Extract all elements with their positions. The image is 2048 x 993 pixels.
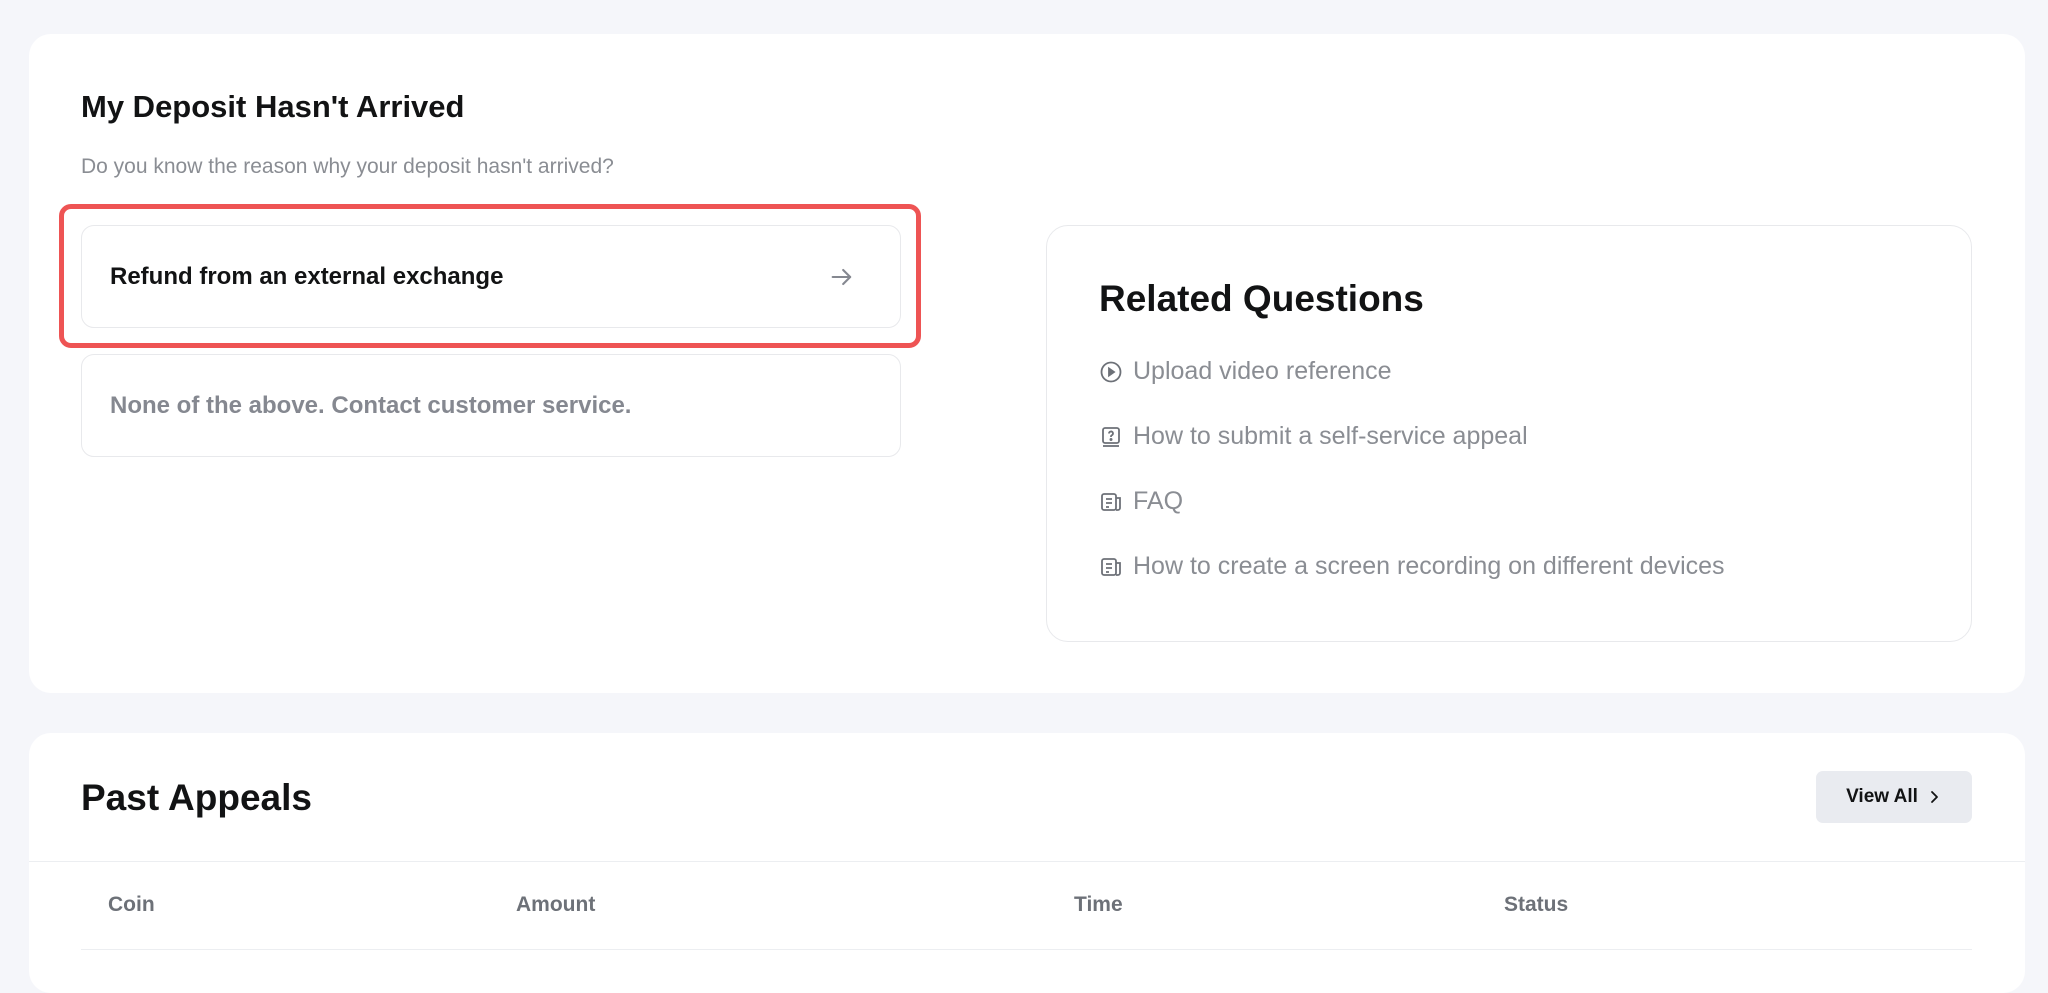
related-question-upload-video[interactable]: Upload video reference — [1099, 357, 1392, 386]
option-label: Refund from an external exchange — [110, 262, 504, 290]
page-subtitle: Do you know the reason why your deposit … — [81, 155, 614, 178]
arrow-right-icon — [831, 268, 852, 285]
related-question-label: How to create a screen recording on diff… — [1133, 552, 1725, 580]
deposit-card: My Deposit Hasn't Arrived Do you know th… — [29, 34, 2025, 693]
header-divider — [29, 861, 2025, 862]
option-refund-external-exchange[interactable]: Refund from an external exchange — [81, 225, 901, 328]
page-title: My Deposit Hasn't Arrived — [81, 89, 465, 124]
play-circle-icon — [1100, 361, 1122, 382]
related-questions-panel: Related Questions Upload video reference… — [1046, 225, 1972, 642]
column-header-time: Time — [1074, 893, 1123, 916]
document-icon — [1101, 557, 1121, 576]
column-header-coin: Coin — [108, 893, 155, 916]
document-icon — [1101, 492, 1121, 511]
related-question-screen-recording[interactable]: How to create a screen recording on diff… — [1099, 552, 1725, 581]
chevron-right-icon — [1931, 791, 1938, 803]
option-label: None of the above. Contact customer serv… — [110, 391, 632, 419]
question-card-icon — [1102, 426, 1120, 447]
related-question-label: FAQ — [1133, 487, 1184, 515]
view-all-button[interactable]: View All — [1816, 771, 1972, 823]
view-all-label: View All — [1846, 786, 1918, 807]
option-contact-customer-service[interactable]: None of the above. Contact customer serv… — [81, 354, 901, 457]
related-questions-title: Related Questions — [1099, 278, 1424, 319]
related-question-faq[interactable]: FAQ — [1099, 487, 1183, 516]
related-question-label: Upload video reference — [1133, 357, 1392, 385]
related-question-self-service-appeal[interactable]: How to submit a self-service appeal — [1099, 422, 1528, 451]
table-header-divider — [81, 949, 1972, 950]
past-appeals-title: Past Appeals — [81, 777, 312, 818]
related-question-label: How to submit a self-service appeal — [1133, 422, 1528, 450]
past-appeals-card: Past Appeals View All Coin Amount Time S… — [29, 733, 2025, 993]
column-header-status: Status — [1504, 893, 1569, 916]
column-header-amount: Amount — [516, 893, 596, 916]
